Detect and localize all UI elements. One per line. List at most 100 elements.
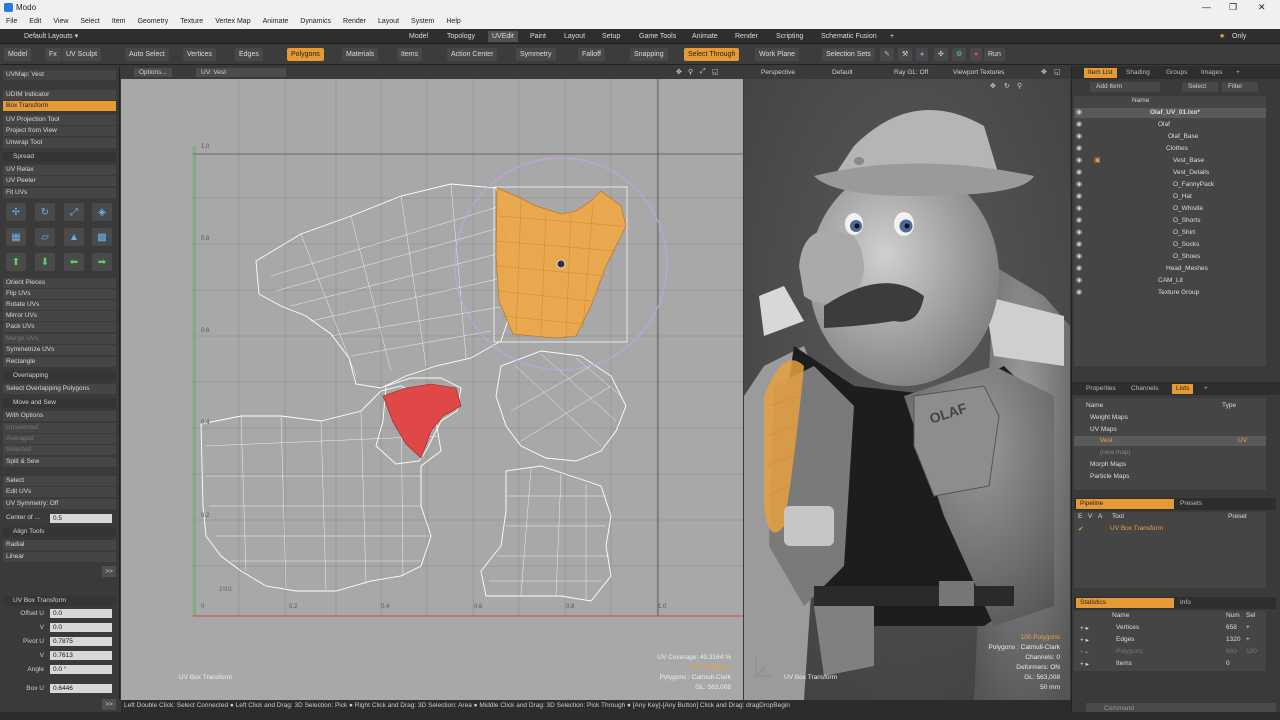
- cube-icon[interactable]: ◈: [92, 203, 112, 221]
- model-button[interactable]: Model: [4, 48, 32, 61]
- flip-uvs-button[interactable]: Flip UVs: [3, 289, 116, 299]
- merge-uvs-button[interactable]: Merge UVs: [3, 334, 116, 344]
- zoom-view-icon[interactable]: ⚲: [1017, 82, 1022, 90]
- list-vest[interactable]: Vest: [1100, 437, 1113, 444]
- check-icon[interactable]: ✔: [1078, 525, 1083, 533]
- uv-sculpt-button[interactable]: UV Sculpt: [62, 48, 102, 61]
- falloff-button[interactable]: Falloff: [578, 48, 605, 61]
- menu-geometry[interactable]: Geometry: [131, 16, 174, 29]
- align-tools-header[interactable]: Align Tools: [3, 527, 116, 537]
- wrench-icon[interactable]: ⚒: [898, 48, 913, 61]
- offset-v-field[interactable]: 0.0: [50, 623, 112, 632]
- arrow-left-icon[interactable]: ⬅: [64, 253, 84, 271]
- pen-icon[interactable]: ✎: [880, 48, 894, 61]
- box-transform-button[interactable]: Box Transform: [3, 101, 116, 111]
- eye-icon[interactable]: ◉: [1076, 156, 1082, 164]
- lattice-icon[interactable]: ▩: [92, 228, 112, 246]
- tab-images[interactable]: Images: [1197, 68, 1226, 78]
- edit-uvs-dropdown[interactable]: Edit UVs: [3, 487, 116, 497]
- viewport-maximize-icon[interactable]: ◱: [1054, 68, 1061, 76]
- radial-button[interactable]: Radial: [3, 540, 116, 550]
- menu-system[interactable]: System: [405, 16, 440, 29]
- stat-expand-icon[interactable]: + ▸: [1080, 636, 1089, 644]
- tab-game-tools[interactable]: Game Tools: [635, 31, 680, 42]
- zoom-icon[interactable]: ⚲: [688, 68, 693, 76]
- eye-icon[interactable]: ◉: [1076, 120, 1082, 128]
- uv-peeler-button[interactable]: UV Peeler: [3, 176, 116, 186]
- action-center-button[interactable]: Action Center: [447, 48, 498, 61]
- tab-groups[interactable]: Groups: [1162, 68, 1191, 78]
- select-overlapping-button[interactable]: Select Overlapping Polygons: [3, 384, 116, 394]
- pan-icon[interactable]: ✥: [676, 68, 682, 76]
- eye-icon[interactable]: ◉: [1076, 168, 1082, 176]
- menu-dynamics[interactable]: Dynamics: [294, 16, 337, 29]
- vertices-button[interactable]: Vertices: [183, 48, 216, 61]
- unselected-button[interactable]: Unselected: [3, 423, 116, 433]
- viewport-textures-toggle[interactable]: Viewport Textures: [953, 69, 1004, 76]
- arrow-up-icon[interactable]: ⬆: [6, 253, 26, 271]
- maximize-viewport-icon[interactable]: ◱: [712, 68, 719, 76]
- nodes-icon[interactable]: ✣: [934, 48, 948, 61]
- menu-edit[interactable]: Edit: [23, 16, 47, 29]
- project-from-view-button[interactable]: Project from View: [3, 126, 116, 136]
- shading-selector[interactable]: Default: [832, 69, 853, 76]
- uv-options-button[interactable]: Options...: [134, 68, 172, 77]
- pivot-u-field[interactable]: 0.7875: [50, 637, 112, 646]
- tab-topology[interactable]: Topology: [443, 31, 479, 42]
- add-item-button[interactable]: Add Item: [1090, 82, 1160, 92]
- stat-expand-icon[interactable]: + ▸: [1080, 660, 1089, 668]
- orient-pieces-button[interactable]: Orient Pieces: [3, 278, 116, 288]
- layout-selector[interactable]: Default Layouts ▾: [20, 31, 82, 42]
- uvmap-dropdown[interactable]: UVMap: Vest: [3, 70, 116, 80]
- list-weight-maps[interactable]: Weight Maps: [1090, 414, 1128, 421]
- materials-button[interactable]: Materials: [342, 48, 379, 61]
- arrow-down-icon[interactable]: ⬇: [35, 253, 55, 271]
- perspective-selector[interactable]: Perspective: [761, 69, 795, 76]
- viewport-options-icon[interactable]: ✥: [1041, 68, 1047, 76]
- fx-button[interactable]: Fx: [45, 48, 61, 61]
- menu-animate[interactable]: Animate: [257, 16, 295, 29]
- list-uv-maps[interactable]: UV Maps: [1090, 426, 1117, 433]
- tree-item-fannypack[interactable]: O_FannyPack: [1173, 181, 1214, 188]
- rotate-icon[interactable]: ↻: [35, 203, 55, 221]
- stat-polygons-name[interactable]: Polygons: [1116, 648, 1143, 655]
- eye-icon[interactable]: ◉: [1076, 192, 1082, 200]
- plane-icon[interactable]: ▱: [35, 228, 55, 246]
- tree-item-socks[interactable]: O_Socks: [1173, 241, 1199, 248]
- tab-model[interactable]: Model: [405, 31, 432, 42]
- select-dropdown[interactable]: Select: [3, 476, 116, 486]
- items-button[interactable]: Items: [397, 48, 423, 61]
- rotate-view-icon[interactable]: ↻: [1004, 82, 1010, 90]
- auto-select-button[interactable]: Auto Select: [125, 48, 169, 61]
- uv-relax-button[interactable]: UV Relax: [3, 165, 116, 175]
- scale-icon[interactable]: ⤢: [64, 203, 84, 221]
- rectangle-button[interactable]: Rectangle: [3, 357, 116, 367]
- pipeline-tool-item[interactable]: UV Box Transform: [1110, 525, 1163, 532]
- tab-scripting[interactable]: Scripting: [772, 31, 807, 42]
- edges-button[interactable]: Edges: [235, 48, 263, 61]
- menu-render[interactable]: Render: [337, 16, 372, 29]
- eye-icon[interactable]: ◉: [1076, 288, 1082, 296]
- eye-icon[interactable]: ◉: [1076, 108, 1082, 116]
- stat-expand-icon[interactable]: + ▸: [1080, 624, 1089, 632]
- offset-u-field[interactable]: 0.0: [50, 609, 112, 618]
- menu-vertex-map[interactable]: Vertex Map: [209, 16, 256, 29]
- tab-presets[interactable]: Presets: [1176, 499, 1206, 509]
- eye-icon[interactable]: ◉: [1076, 132, 1082, 140]
- linear-button[interactable]: Linear: [3, 552, 116, 562]
- stat-edges-name[interactable]: Edges: [1116, 636, 1134, 643]
- eye-icon[interactable]: ◉: [1076, 252, 1082, 260]
- eye-icon[interactable]: ◉: [1076, 228, 1082, 236]
- more-props-button[interactable]: >>: [102, 699, 116, 710]
- averaged-button[interactable]: Averaged: [3, 434, 116, 444]
- arrow-right-icon[interactable]: ➡: [92, 253, 112, 271]
- filter-button[interactable]: Filter: [1222, 82, 1258, 92]
- with-options-dropdown[interactable]: With Options: [3, 411, 116, 421]
- box-u-field[interactable]: 0.6446: [50, 684, 112, 693]
- record-icon[interactable]: ●: [970, 48, 983, 61]
- tab-info[interactable]: Info: [1176, 598, 1195, 608]
- tab-setup[interactable]: Setup: [598, 31, 624, 42]
- select-through-button[interactable]: Select Through: [684, 48, 740, 61]
- tree-item-shorts[interactable]: O_Shorts: [1173, 217, 1200, 224]
- tree-item-hat[interactable]: O_Hat: [1173, 193, 1192, 200]
